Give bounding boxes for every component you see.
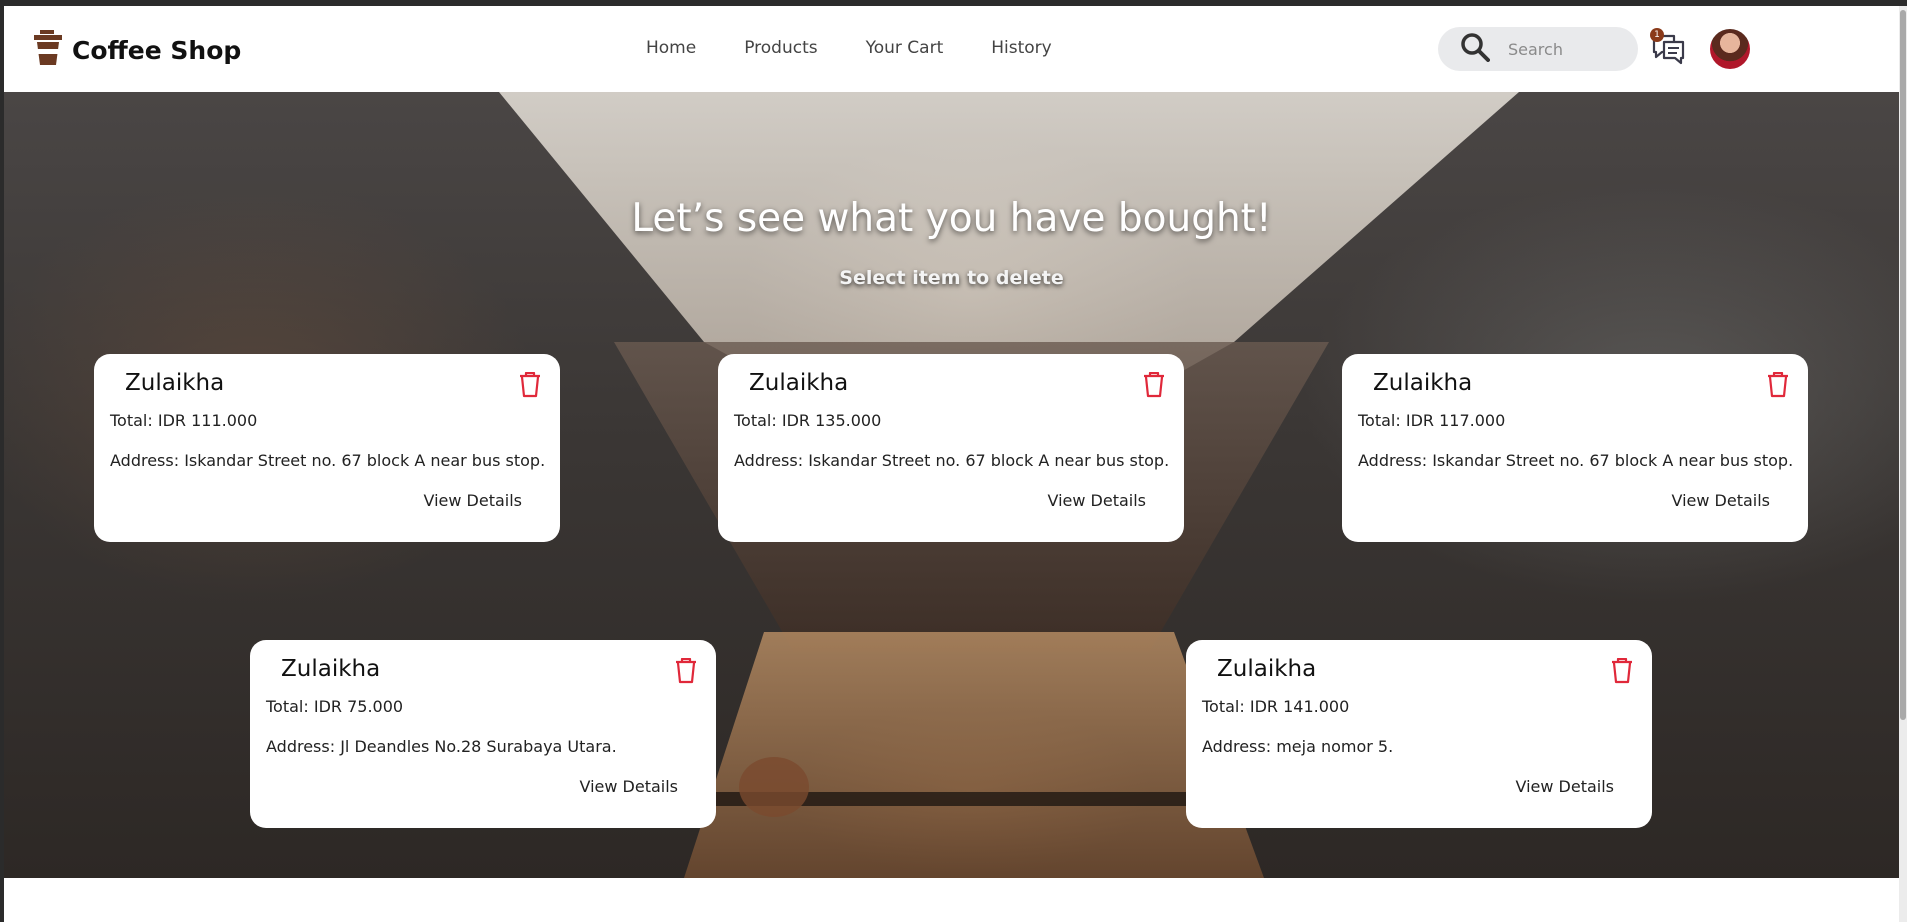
- page: Coffee Shop Home Products Your Cart Hist…: [0, 0, 1907, 922]
- view-details-button[interactable]: View Details: [1515, 777, 1614, 796]
- trash-icon[interactable]: [1611, 657, 1633, 684]
- order-card: Zulaikha Total: IDR 75.000 Address: Jl D…: [250, 640, 716, 828]
- avatar[interactable]: [1710, 29, 1750, 69]
- chat-button[interactable]: 1: [1650, 28, 1686, 68]
- hero-subtitle: Select item to delete: [839, 267, 1064, 289]
- scrollbar[interactable]: [1899, 6, 1907, 922]
- order-total: Total: IDR 141.000: [1202, 697, 1350, 716]
- brand-title: Coffee Shop: [72, 35, 242, 65]
- order-total: Total: IDR 111.000: [110, 411, 258, 430]
- chat-badge: 1: [1650, 28, 1664, 42]
- nav-links: Home Products Your Cart History: [646, 38, 1052, 58]
- footer: [4, 878, 1899, 922]
- trash-icon[interactable]: [675, 657, 697, 684]
- nav-products[interactable]: Products: [744, 38, 817, 58]
- order-address: Address: Iskandar Street no. 67 block A …: [734, 451, 1170, 470]
- order-card: Zulaikha Total: IDR 141.000 Address: mej…: [1186, 640, 1652, 828]
- trash-icon[interactable]: [1767, 371, 1789, 398]
- order-total: Total: IDR 117.000: [1358, 411, 1506, 430]
- order-customer-name: Zulaikha: [281, 656, 381, 682]
- navbar: Coffee Shop Home Products Your Cart Hist…: [4, 6, 1899, 92]
- search-box: [1438, 27, 1638, 71]
- order-customer-name: Zulaikha: [749, 370, 849, 396]
- trash-icon[interactable]: [1143, 371, 1165, 398]
- scrollbar-thumb[interactable]: [1900, 10, 1906, 720]
- order-address: Address: Jl Deandles No.28 Surabaya Utar…: [266, 737, 617, 756]
- order-customer-name: Zulaikha: [125, 370, 225, 396]
- view-details-button[interactable]: View Details: [579, 777, 678, 796]
- search-icon[interactable]: [1460, 32, 1490, 66]
- order-customer-name: Zulaikha: [1217, 656, 1317, 682]
- coffee-cup-icon: [34, 30, 62, 70]
- order-total: Total: IDR 75.000: [266, 697, 404, 716]
- order-card: Zulaikha Total: IDR 117.000 Address: Isk…: [1342, 354, 1808, 542]
- order-address: Address: Iskandar Street no. 67 block A …: [1358, 451, 1794, 470]
- view-details-button[interactable]: View Details: [1047, 491, 1146, 510]
- nav-home[interactable]: Home: [646, 38, 696, 58]
- order-customer-name: Zulaikha: [1373, 370, 1473, 396]
- brand[interactable]: Coffee Shop: [34, 30, 241, 70]
- search-input[interactable]: [1508, 39, 1628, 59]
- order-address: Address: meja nomor 5.: [1202, 737, 1394, 756]
- order-total: Total: IDR 135.000: [734, 411, 882, 430]
- nav-your-cart[interactable]: Your Cart: [866, 38, 944, 58]
- view-details-button[interactable]: View Details: [423, 491, 522, 510]
- view-details-button[interactable]: View Details: [1671, 491, 1770, 510]
- order-card: Zulaikha Total: IDR 111.000 Address: Isk…: [94, 354, 560, 542]
- nav-history[interactable]: History: [991, 38, 1051, 58]
- trash-icon[interactable]: [519, 371, 541, 398]
- hero-title: Let’s see what you have bought!: [631, 196, 1272, 241]
- hero-section: Let’s see what you have bought! Select i…: [4, 92, 1899, 878]
- order-card: Zulaikha Total: IDR 135.000 Address: Isk…: [718, 354, 1184, 542]
- chat-bubbles-icon: [1650, 34, 1686, 72]
- order-address: Address: Iskandar Street no. 67 block A …: [110, 451, 546, 470]
